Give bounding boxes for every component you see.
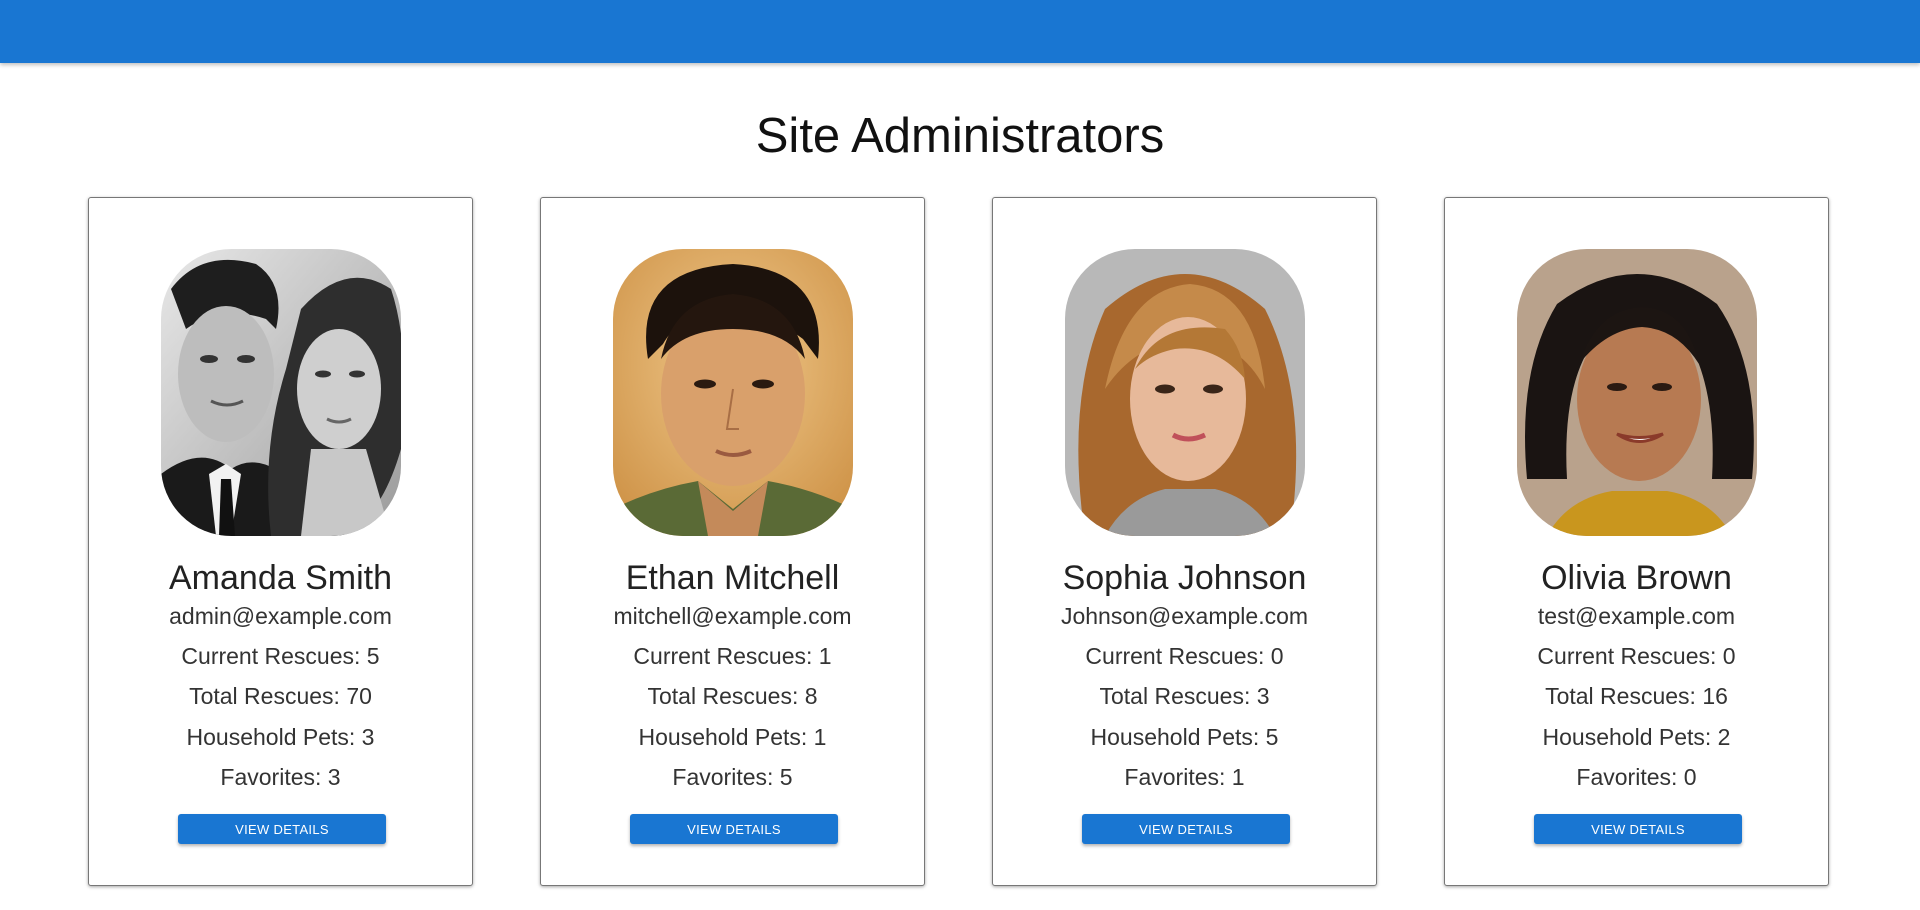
view-details-button[interactable]: VIEW DETAILS [1082,814,1290,844]
total-rescues: Total Rescues: 3 [1099,683,1270,709]
admin-name: Amanda Smith [169,559,392,597]
avatar [1065,249,1305,536]
avatar-photo [1517,249,1757,536]
view-details-button[interactable]: VIEW DETAILS [630,814,838,844]
admin-name: Sophia Johnson [1062,559,1307,597]
admin-card: Olivia Brown test@example.com Current Re… [1444,197,1829,886]
current-rescues: Current Rescues: 0 [1085,643,1284,669]
favorites: Favorites: 3 [220,764,341,790]
admin-email: test@example.com [1537,603,1736,629]
total-rescues: Total Rescues: 70 [189,683,372,709]
avatar [613,249,853,536]
avatar-photo [613,249,853,536]
avatar [161,249,401,536]
household-pets: Household Pets: 1 [638,724,827,750]
favorites: Favorites: 5 [672,764,793,790]
admin-email: admin@example.com [169,603,392,629]
admin-name: Ethan Mitchell [625,559,840,597]
admin-card-list: Amanda Smith admin@example.com Current R… [88,197,1832,888]
admin-email: Johnson@example.com [1060,603,1309,629]
household-pets: Household Pets: 5 [1090,724,1279,750]
app-bar [0,0,1920,63]
admin-card: Sophia Johnson Johnson@example.com Curre… [992,197,1377,886]
admin-card: Amanda Smith admin@example.com Current R… [88,197,473,886]
total-rescues: Total Rescues: 16 [1545,683,1728,709]
total-rescues: Total Rescues: 8 [647,683,818,709]
household-pets: Household Pets: 2 [1542,724,1731,750]
admin-email: mitchell@example.com [613,603,852,629]
current-rescues: Current Rescues: 0 [1537,643,1736,669]
favorites: Favorites: 1 [1124,764,1245,790]
household-pets: Household Pets: 3 [186,724,375,750]
admin-card: Ethan Mitchell mitchell@example.com Curr… [540,197,925,886]
view-details-button[interactable]: VIEW DETAILS [1534,814,1742,844]
current-rescues: Current Rescues: 5 [181,643,380,669]
avatar [1517,249,1757,536]
avatar-photo [161,249,401,536]
view-details-button[interactable]: VIEW DETAILS [178,814,386,844]
admin-name: Olivia Brown [1541,559,1732,597]
avatar-photo [1065,249,1305,536]
favorites: Favorites: 0 [1576,764,1697,790]
current-rescues: Current Rescues: 1 [633,643,832,669]
page-title: Site Administrators [755,109,1165,163]
